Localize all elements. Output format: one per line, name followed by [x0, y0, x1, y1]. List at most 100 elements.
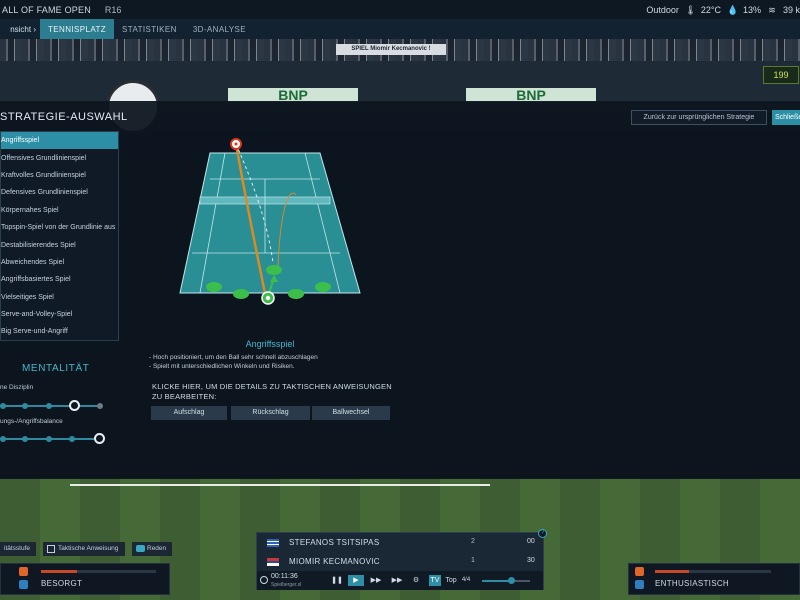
close-button[interactable]: Schließen [772, 110, 800, 125]
court-line [70, 484, 490, 486]
round-label: R16 [104, 4, 122, 15]
view-selector[interactable]: nsicht › [0, 19, 40, 39]
selected-strategy-name: Angriffsspiel [245, 339, 295, 349]
talk-button[interactable]: Reden [132, 542, 172, 556]
speed-slider-fill [482, 580, 510, 582]
sponsor-logo-bnp-left: BNP [228, 88, 358, 102]
mentality-title: MENTALITÄT [22, 363, 90, 374]
slider-knob[interactable] [94, 433, 105, 444]
play-icon[interactable]: ▶ [348, 575, 364, 586]
tab-3d-analyse[interactable]: 3D-ANALYSE [185, 19, 254, 39]
playback-controls: 00:11:36 Spielberger.sl ❚❚ ▶ ▶▶ ▶▶ ⚙ TV … [257, 571, 543, 590]
strategy-item-topspin-spiel[interactable]: Topspin-Spiel von der Grundlinie aus [1, 219, 118, 236]
player-position-zone [206, 282, 222, 292]
camera-icon[interactable]: ⚙ [409, 575, 423, 586]
sponsor-logo-bnp-right: BNP [466, 88, 596, 102]
player-icon [19, 580, 28, 589]
slider-step[interactable] [0, 403, 6, 409]
reset-strategy-button[interactable]: Zurück zur ursprünglichen Strategie [631, 110, 767, 125]
strategy-item-big-serve[interactable]: Big Serve-und-Angriff [1, 323, 118, 340]
mood-bar [41, 570, 156, 573]
player-position-zone [288, 289, 304, 299]
flag-serbia-icon [267, 558, 279, 566]
strategy-item-defensives-grundlinienspiel[interactable]: Defensives Grundlinienspiel [1, 184, 118, 201]
tactical-instruction-label: Taktische Anweisung [58, 545, 119, 552]
set-score: 1 [471, 557, 475, 564]
strategy-item-serve-and-volley[interactable]: Serve-and-Volley-Spiel [1, 306, 118, 323]
strategy-item-destabilisierendes-spiel[interactable]: Destabilisierendes Spiel [1, 236, 118, 253]
temperature-value: 22°C [700, 4, 721, 15]
match-banner: SPIEL Miomir Kecmanovic ! [336, 44, 446, 55]
slider-step[interactable] [22, 436, 28, 442]
balance-label: ungs-/Angriffsbalance [0, 418, 63, 425]
intensity-button[interactable]: itätsstufe [0, 542, 36, 556]
tactics-hint: KLICKE HIER, UM DIE DETAILS ZU TAKTISCHE… [152, 382, 392, 401]
strategy-item-offensives-grundlinienspiel[interactable]: Offensives Grundlinienspiel [1, 149, 118, 166]
game-score: 30 [527, 557, 535, 564]
slider-step[interactable] [0, 436, 6, 442]
top-view-button[interactable]: Top [444, 575, 458, 586]
opponent-position-center [234, 142, 238, 146]
strategy-item-kraftvolles-grundlinienspiel[interactable]: Kraftvolles Grundlinienspiel [1, 167, 118, 184]
slider-knob[interactable] [69, 400, 80, 411]
wind-icon: ≋ [768, 4, 776, 15]
scoreboard: STEFANOS TSITSIPAS 2 00 MIOMIR KECMANOVI… [256, 532, 544, 590]
mood-bar-fill [655, 570, 689, 573]
mood-bar [655, 570, 771, 573]
tv-view-button[interactable]: TV [429, 575, 441, 586]
strategy-item-vielseitiges-spiel[interactable]: Vielseitiges Spiel [1, 289, 118, 306]
slider-step[interactable] [46, 403, 52, 409]
rally-tactics-button[interactable]: Ballwechsel [312, 406, 390, 420]
discipline-slider[interactable] [0, 400, 110, 412]
serve-tactics-button[interactable]: Aufschlag [151, 406, 227, 420]
pause-icon[interactable]: ❚❚ [331, 575, 343, 586]
help-icon[interactable]: ? [538, 529, 547, 538]
mood-label: ENTHUSIASTISCH [655, 579, 729, 588]
speed-slider-knob[interactable] [508, 577, 515, 584]
scoreboard-row: MIOMIR KECMANOVIC 1 30 [257, 553, 545, 571]
flag-greece-icon [267, 539, 279, 547]
clock-icon [260, 576, 268, 584]
player-name: MIOMIR KECMANOVIC [289, 557, 380, 566]
mood-icon [635, 567, 644, 576]
strategy-list: Angriffsspiel Offensives Grundlinienspie… [0, 131, 119, 341]
player-mood-right: ENTHUSIASTISCH [628, 563, 800, 595]
speech-bubble-icon [136, 545, 145, 552]
fast-forward-icon[interactable]: ▶▶ [369, 575, 383, 586]
wind-value: 39 k [782, 4, 800, 15]
player-position-center [265, 295, 271, 301]
strategy-title: STRATEGIE-AUSWAHL [0, 111, 128, 123]
humidity-value: 13% [742, 4, 761, 15]
strategy-item-koerpernahes-spiel[interactable]: Körpernahes Spiel [1, 202, 118, 219]
slider-step[interactable] [22, 403, 28, 409]
attack-balance-slider[interactable] [0, 433, 110, 445]
mood-bar-fill [41, 570, 77, 573]
slider-step[interactable] [69, 436, 75, 442]
player-position-zone [266, 265, 282, 275]
player-name: STEFANOS TSITSIPAS [289, 538, 380, 547]
slider-step[interactable] [97, 403, 103, 409]
strategy-item-abweichendes-spiel[interactable]: Abweichendes Spiel [1, 254, 118, 271]
ratio-button[interactable]: 4/4 [460, 575, 472, 586]
tab-tennisplatz[interactable]: TENNISPLATZ [40, 19, 115, 39]
strategy-description: - Hoch positioniert, um den Ball sehr sc… [149, 353, 318, 371]
return-tactics-button[interactable]: Rückschlag [231, 406, 310, 420]
strategy-item-angriffsbasiertes-spiel[interactable]: Angriffsbasiertes Spiel [1, 271, 118, 288]
humidity-icon: 💧 [726, 4, 739, 15]
mood-label: BESORGT [41, 579, 83, 588]
scoreboard-row: STEFANOS TSITSIPAS 2 00 [257, 534, 545, 552]
talk-label: Reden [147, 545, 167, 552]
description-line: - Hoch positioniert, um den Ball sehr sc… [149, 354, 318, 361]
faster-forward-icon[interactable]: ▶▶ [389, 575, 405, 586]
player-icon [635, 580, 644, 589]
discipline-label: ne Disziplin [0, 384, 34, 391]
description-line: - Spielt mit unterschiedlichen Winkeln u… [149, 363, 295, 370]
player-position-zone [315, 282, 331, 292]
slider-step[interactable] [46, 436, 52, 442]
strategy-item-angriffsspiel[interactable]: Angriffsspiel [1, 132, 118, 150]
tab-statistiken[interactable]: STATISTIKEN [114, 19, 185, 39]
tactical-instruction-button[interactable]: Taktische Anweisung [43, 542, 125, 556]
game-score: 00 [527, 538, 535, 545]
mood-icon [19, 567, 28, 576]
player-position-zone [233, 289, 249, 299]
